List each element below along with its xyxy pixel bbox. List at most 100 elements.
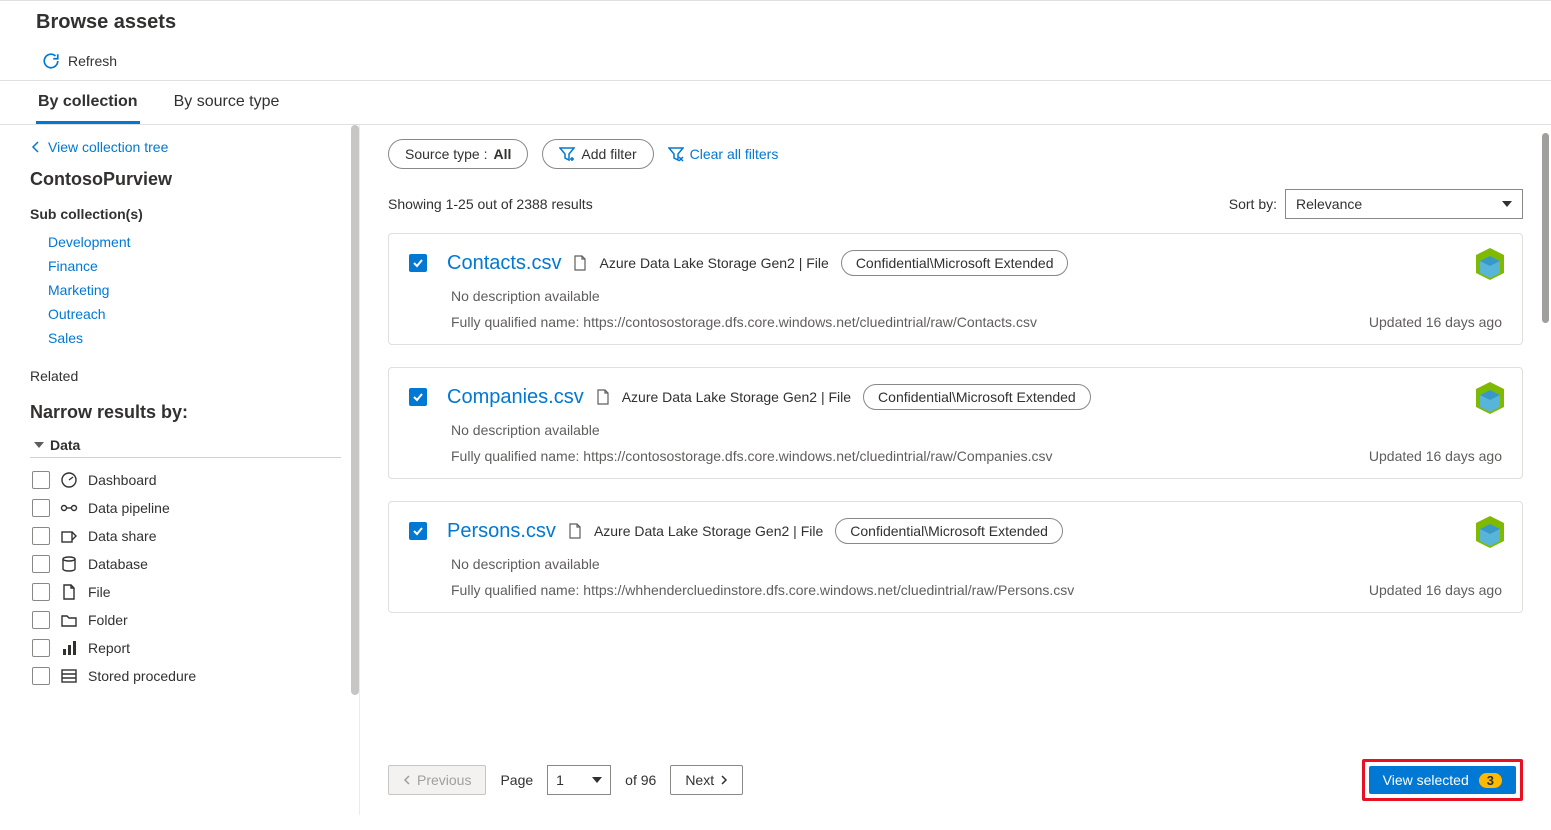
dashboard-icon — [60, 471, 78, 489]
page-label: Page — [500, 772, 533, 788]
page-select[interactable]: 1 — [547, 765, 611, 795]
checkbox[interactable] — [32, 667, 50, 685]
refresh-icon — [42, 52, 60, 70]
folder-icon — [60, 611, 78, 629]
result-card: Persons.csv Azure Data Lake Storage Gen2… — [388, 501, 1523, 613]
asset-fqn: Fully qualified name: https://whhendercl… — [451, 582, 1074, 598]
result-checkbox[interactable] — [409, 522, 427, 540]
sort-area: Sort by: Relevance — [1229, 189, 1523, 219]
checkbox[interactable] — [32, 527, 50, 545]
previous-label: Previous — [417, 772, 471, 788]
clear-all-filters-button[interactable]: Clear all filters — [668, 146, 779, 162]
share-icon — [60, 527, 78, 545]
filter-add-icon — [559, 146, 575, 162]
facet-label: Database — [88, 556, 148, 572]
classification-pill: Confidential\Microsoft Extended — [863, 384, 1091, 410]
asset-updated: Updated 16 days ago — [1369, 314, 1502, 330]
result-card: Contacts.csv Azure Data Lake Storage Gen… — [388, 233, 1523, 345]
results-footer: Previous Page 1 of 96 Next View selected… — [388, 749, 1523, 815]
sort-label: Sort by: — [1229, 196, 1277, 212]
filter-key: Source type : — [405, 146, 488, 162]
asset-source: Azure Data Lake Storage Gen2 | File — [599, 255, 828, 271]
add-filter-label: Add filter — [581, 146, 636, 162]
chevron-left-icon — [30, 141, 42, 153]
file-icon — [60, 583, 78, 601]
view-selected-button[interactable]: View selected 3 — [1369, 766, 1516, 794]
database-icon — [60, 555, 78, 573]
chevron-left-icon — [403, 775, 411, 785]
facet-data-pipeline[interactable]: Data pipeline — [30, 494, 341, 522]
caret-down-icon — [34, 442, 44, 448]
results-header: Showing 1-25 out of 2388 results Sort by… — [388, 189, 1523, 219]
view-collection-tree-link[interactable]: View collection tree — [30, 139, 341, 155]
refresh-button[interactable]: Refresh — [36, 48, 123, 74]
pipeline-icon — [60, 499, 78, 517]
file-icon — [573, 255, 587, 271]
facet-folder[interactable]: Folder — [30, 606, 341, 634]
adls-icon — [1476, 248, 1504, 280]
facet-stored-procedure[interactable]: Stored procedure — [30, 662, 341, 690]
pagination: Previous Page 1 of 96 Next — [388, 765, 743, 795]
sidebar: View collection tree ContosoPurview Sub … — [0, 125, 360, 815]
sort-value: Relevance — [1296, 196, 1362, 212]
facet-label: Dashboard — [88, 472, 157, 488]
subcollection-marketing[interactable]: Marketing — [48, 278, 341, 302]
report-icon — [60, 639, 78, 657]
subcollection-outreach[interactable]: Outreach — [48, 302, 341, 326]
sub-collections-title: Sub collection(s) — [30, 206, 341, 222]
asset-name-link[interactable]: Contacts.csv — [447, 252, 561, 275]
filter-bar: Source type : All Add filter Clear all f… — [388, 139, 1523, 169]
asset-name-link[interactable]: Persons.csv — [447, 520, 556, 543]
tabs: By collection By source type — [0, 81, 1551, 125]
filter-value: All — [494, 146, 512, 162]
file-icon — [596, 389, 610, 405]
checkbox[interactable] — [32, 639, 50, 657]
view-selected-label: View selected — [1383, 772, 1469, 788]
view-selected-highlight: View selected 3 — [1362, 759, 1523, 801]
asset-description: No description available — [451, 422, 1502, 438]
facet-dashboard[interactable]: Dashboard — [30, 466, 341, 494]
facet-label: Data share — [88, 528, 156, 544]
result-checkbox[interactable] — [409, 388, 427, 406]
subcollection-finance[interactable]: Finance — [48, 254, 341, 278]
asset-fqn: Fully qualified name: https://contososto… — [451, 448, 1053, 464]
adls-icon — [1476, 516, 1504, 548]
page-of-total: of 96 — [625, 772, 656, 788]
source-type-filter[interactable]: Source type : All — [388, 139, 528, 169]
chevron-right-icon — [720, 775, 728, 785]
stored-procedure-icon — [60, 667, 78, 685]
tab-by-collection[interactable]: By collection — [36, 81, 140, 124]
next-button[interactable]: Next — [670, 765, 743, 795]
chevron-down-icon — [592, 777, 602, 783]
asset-source: Azure Data Lake Storage Gen2 | File — [622, 389, 851, 405]
facet-file[interactable]: File — [30, 578, 341, 606]
checkbox[interactable] — [32, 555, 50, 573]
facet-group-data[interactable]: Data — [30, 433, 341, 458]
main-scrollbar[interactable] — [1542, 133, 1549, 323]
refresh-label: Refresh — [68, 53, 117, 69]
facet-data-share[interactable]: Data share — [30, 522, 341, 550]
facet-label: Folder — [88, 612, 128, 628]
subcollection-sales[interactable]: Sales — [48, 326, 341, 350]
sidebar-scrollbar[interactable] — [351, 125, 359, 695]
toolbar: Refresh — [0, 42, 1551, 81]
checkbox[interactable] — [32, 611, 50, 629]
subcollection-development[interactable]: Development — [48, 230, 341, 254]
chevron-down-icon — [1502, 201, 1512, 207]
result-card: Companies.csv Azure Data Lake Storage Ge… — [388, 367, 1523, 479]
checkbox[interactable] — [32, 499, 50, 517]
tab-by-source-type[interactable]: By source type — [172, 81, 282, 124]
back-link-label: View collection tree — [48, 139, 168, 155]
facet-list: Dashboard Data pipeline Data share — [30, 466, 341, 690]
facet-report[interactable]: Report — [30, 634, 341, 662]
facet-database[interactable]: Database — [30, 550, 341, 578]
result-checkbox[interactable] — [409, 254, 427, 272]
clear-filters-label: Clear all filters — [690, 146, 779, 162]
checkbox[interactable] — [32, 471, 50, 489]
asset-source: Azure Data Lake Storage Gen2 | File — [594, 523, 823, 539]
checkbox[interactable] — [32, 583, 50, 601]
sort-select[interactable]: Relevance — [1285, 189, 1523, 219]
add-filter-button[interactable]: Add filter — [542, 139, 653, 169]
related-title: Related — [30, 368, 341, 384]
asset-name-link[interactable]: Companies.csv — [447, 386, 584, 409]
